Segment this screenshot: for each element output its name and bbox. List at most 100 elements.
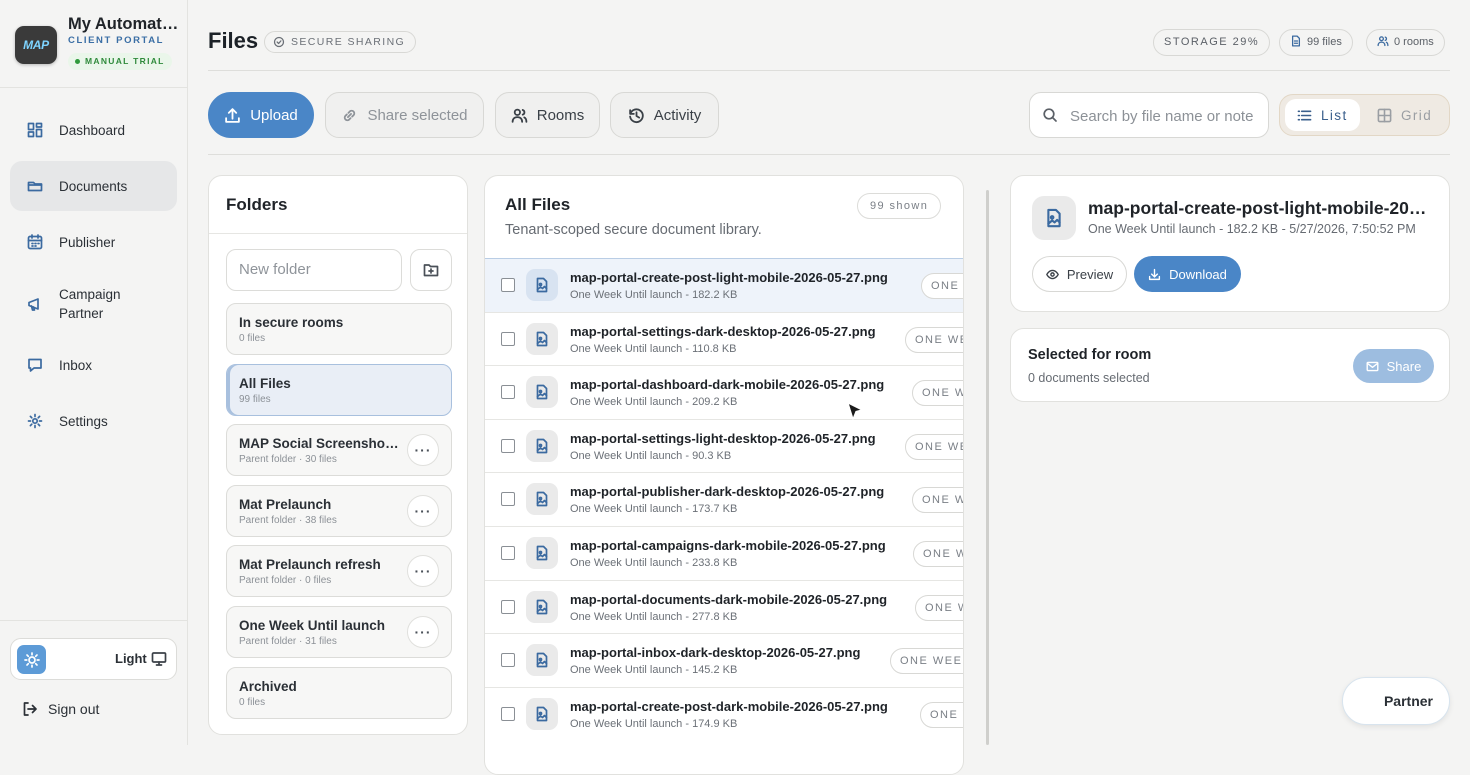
rooms-count-badge: 0 rooms: [1366, 29, 1445, 56]
image-file-icon: [526, 590, 558, 623]
dashboard-icon: [27, 122, 43, 138]
grid-view-button[interactable]: Grid: [1365, 99, 1444, 131]
folder-item[interactable]: All Files 99 files: [226, 364, 452, 416]
trial-badge: MANUAL TRIAL: [68, 53, 172, 70]
brand-subtitle: CLIENT PORTAL: [68, 35, 165, 46]
toolbar-divider: [208, 154, 1450, 155]
files-scrollbar[interactable]: [986, 190, 989, 745]
sidebar-divider: [0, 620, 187, 621]
row-checkbox[interactable]: [501, 331, 515, 346]
rooms-button[interactable]: Rooms: [495, 92, 600, 138]
room-status: 0 documents selected: [1028, 371, 1150, 385]
megaphone-icon: [28, 298, 39, 311]
upload-label: Upload: [250, 106, 298, 124]
row-checkbox[interactable]: [501, 545, 515, 560]
partner-button[interactable]: Partner: [1342, 677, 1450, 725]
file-name: map-portal-settings-dark-desktop-2026-05…: [570, 323, 876, 339]
sidebar-item-inbox[interactable]: Inbox: [10, 340, 177, 390]
folder-item[interactable]: MAP Social Screenshots ... Parent folder…: [226, 424, 452, 476]
sidebar-item-settings[interactable]: Settings: [10, 396, 177, 446]
download-button[interactable]: Download: [1134, 256, 1241, 292]
file-row[interactable]: map-portal-campaigns-dark-mobile-2026-05…: [485, 525, 963, 580]
folder-more-button[interactable]: ···: [407, 495, 439, 527]
folder-more-button[interactable]: ···: [407, 434, 439, 466]
search-input[interactable]: [1070, 103, 1260, 129]
list-view-button[interactable]: List: [1285, 99, 1360, 131]
file-row[interactable]: map-portal-documents-dark-mobile-2026-05…: [485, 579, 963, 634]
file-meta: One Week Until launch - 110.8 KB: [570, 342, 737, 355]
create-folder-button[interactable]: [410, 249, 452, 291]
row-checkbox[interactable]: [501, 438, 515, 453]
folder-item[interactable]: Mat Prelaunch Parent folder · 38 files ·…: [226, 485, 452, 537]
upload-button[interactable]: Upload: [208, 92, 314, 138]
row-checkbox[interactable]: [501, 492, 515, 507]
monitor-icon[interactable]: [151, 651, 167, 667]
folder-plus-icon: [423, 264, 439, 277]
file-name: map-portal-documents-dark-mobile-2026-05…: [570, 591, 888, 607]
brand[interactable]: MAP My Automati... CLIENT PORTAL MANUAL …: [15, 15, 180, 74]
users-icon: [511, 108, 528, 123]
file-meta: One Week Until launch - 182.2 KB: [570, 289, 738, 301]
file-meta: One Week Until launch - 277.8 KB: [570, 610, 738, 623]
folder-item[interactable]: Mat Prelaunch refresh Parent folder · 0 …: [226, 545, 452, 597]
image-file-icon: [526, 269, 558, 301]
folder-item[interactable]: In secure rooms 0 files: [226, 303, 452, 355]
preview-button[interactable]: Preview: [1032, 256, 1127, 292]
activity-button[interactable]: Activity: [610, 92, 719, 138]
detail-file-meta: One Week Until launch - 182.2 KB - 5/27/…: [1088, 222, 1416, 236]
secure-sharing-badge: SECURE SHARING: [264, 31, 417, 53]
share-selected-button[interactable]: Share selected: [325, 92, 484, 138]
file-detail-card: map-portal-create-post-light-mobile-2026…: [1010, 175, 1450, 312]
folder-item[interactable]: Archived 0 files: [226, 667, 452, 719]
file-row[interactable]: map-portal-settings-light-desktop-2026-0…: [485, 418, 963, 473]
image-file-icon: [526, 322, 558, 355]
row-checkbox[interactable]: [501, 385, 515, 400]
file-icon: [1291, 35, 1301, 47]
image-file-icon: [526, 483, 558, 516]
folder-meta: Parent folder · 30 files: [239, 454, 337, 465]
file-row[interactable]: map-portal-create-post-light-mobile-2026…: [485, 258, 963, 312]
share-selected-label: Share selected: [367, 106, 468, 124]
row-checkbox[interactable]: [501, 278, 515, 292]
image-file-icon: [526, 429, 558, 462]
folder-tag: ONE WEEK: [913, 540, 963, 567]
folder-tag: ONE WEEK: [905, 433, 963, 460]
file-row[interactable]: map-portal-publisher-dark-desktop-2026-0…: [485, 472, 963, 526]
sidebar-item-dashboard[interactable]: Dashboard: [10, 105, 177, 155]
folder-name: MAP Social Screenshots ...: [239, 436, 403, 451]
folder-more-button[interactable]: ···: [407, 616, 439, 648]
sidebar-item-campaign-partner[interactable]: Campaign Partner: [10, 279, 177, 329]
theme-toggle[interactable]: Light: [10, 638, 177, 680]
file-name: map-portal-settings-light-desktop-2026-0…: [570, 430, 876, 446]
row-checkbox[interactable]: [501, 599, 515, 614]
grid-view-label: Grid: [1401, 107, 1433, 123]
folder-tag: ONE WEEK: [912, 380, 963, 407]
share-button[interactable]: Share: [1353, 349, 1434, 383]
search-field[interactable]: [1029, 92, 1269, 138]
secure-sharing-label: SECURE SHARING: [291, 36, 406, 48]
image-file-icon: [1032, 196, 1076, 240]
row-checkbox[interactable]: [501, 706, 515, 721]
folder-item[interactable]: One Week Until launch Parent folder · 31…: [226, 606, 452, 658]
image-file-icon: [526, 644, 558, 677]
sun-icon[interactable]: [17, 645, 46, 674]
sidebar-item-publisher[interactable]: Publisher: [10, 217, 177, 267]
sidebar-item-documents[interactable]: Documents: [10, 161, 177, 211]
file-row[interactable]: map-portal-dashboard-dark-mobile-2026-05…: [485, 365, 963, 419]
folders-title: Folders: [226, 195, 288, 214]
sign-out-button[interactable]: Sign out: [22, 701, 99, 717]
file-row[interactable]: map-portal-create-post-dark-mobile-2026-…: [485, 686, 963, 741]
folder-tag: ONE WEEK: [912, 487, 963, 514]
folder-icon: [27, 181, 43, 192]
new-folder-input[interactable]: New folder: [226, 249, 402, 291]
folder-more-button[interactable]: ···: [407, 555, 439, 587]
upload-icon: [225, 107, 240, 123]
sign-out-label: Sign out: [48, 701, 100, 717]
preview-label: Preview: [1066, 266, 1114, 282]
file-row[interactable]: map-portal-settings-dark-desktop-2026-05…: [485, 311, 963, 366]
download-icon: [1149, 268, 1161, 280]
row-checkbox[interactable]: [501, 653, 515, 668]
mouse-cursor-icon: [847, 402, 864, 421]
file-meta: One Week Until launch - 209.2 KB: [570, 396, 738, 409]
file-row[interactable]: map-portal-inbox-dark-desktop-2026-05-27…: [485, 633, 963, 687]
